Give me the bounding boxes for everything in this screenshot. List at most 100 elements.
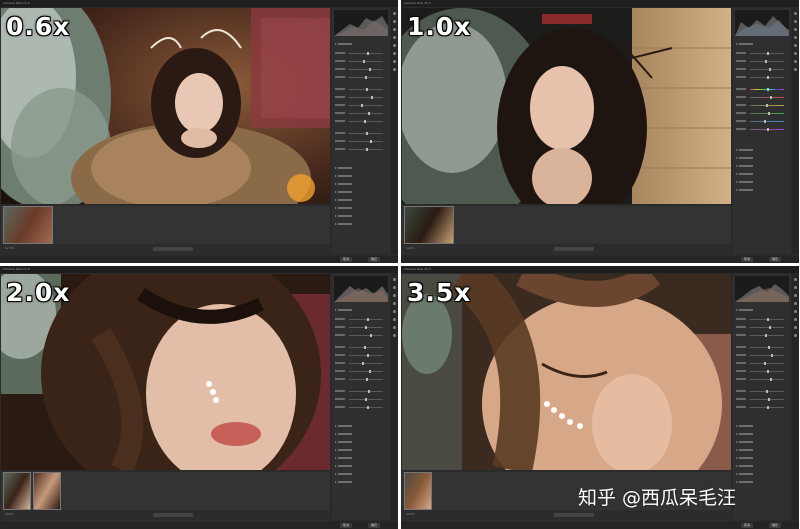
- more-icon[interactable]: [393, 334, 396, 337]
- slider-row[interactable]: [335, 326, 387, 331]
- section-basic[interactable]: [335, 42, 387, 47]
- hand-icon[interactable]: [393, 286, 396, 289]
- crop-icon[interactable]: [393, 294, 396, 297]
- ok-button[interactable]: 确定: [368, 257, 381, 262]
- mask-icon[interactable]: [393, 44, 396, 47]
- redeye-icon[interactable]: [393, 52, 396, 55]
- slider-row[interactable]: [736, 398, 788, 403]
- slider-row[interactable]: [736, 88, 788, 93]
- slider-row[interactable]: [335, 346, 387, 351]
- redeye-icon[interactable]: [393, 318, 396, 321]
- cancel-button[interactable]: 取消: [340, 523, 353, 528]
- section-detail[interactable]: [335, 174, 387, 179]
- slider-row[interactable]: [335, 390, 387, 395]
- zoom-icon[interactable]: [393, 278, 396, 281]
- section-curve[interactable]: [736, 424, 788, 429]
- presets-icon[interactable]: [393, 326, 396, 329]
- slider-row[interactable]: [736, 120, 788, 125]
- slider-row[interactable]: [335, 398, 387, 403]
- slider-row[interactable]: [736, 112, 788, 117]
- section-color-mixer[interactable]: [736, 440, 788, 445]
- zoom-icon[interactable]: [794, 278, 797, 281]
- slider-row[interactable]: [736, 370, 788, 375]
- slider-row[interactable]: [335, 96, 387, 101]
- zoom-readout[interactable]: 350%: [406, 512, 415, 516]
- slider-row[interactable]: [335, 318, 387, 323]
- more-icon[interactable]: [794, 334, 797, 337]
- section-geometry[interactable]: [736, 172, 788, 177]
- section-detail[interactable]: [736, 432, 788, 437]
- slider-row[interactable]: [736, 326, 788, 331]
- slider-row[interactable]: [736, 362, 788, 367]
- slider-row[interactable]: [335, 354, 387, 359]
- slider-row[interactable]: [335, 60, 387, 65]
- redeye-icon[interactable]: [794, 318, 797, 321]
- healing-icon[interactable]: [393, 302, 396, 305]
- section-effects[interactable]: [736, 180, 788, 185]
- section-curve[interactable]: [335, 166, 387, 171]
- slider-row[interactable]: [736, 96, 788, 101]
- slider-row[interactable]: [736, 104, 788, 109]
- slider-row[interactable]: [736, 346, 788, 351]
- section-detail[interactable]: [335, 432, 387, 437]
- cancel-button[interactable]: 取消: [340, 257, 353, 262]
- slider-row[interactable]: [335, 88, 387, 93]
- slider-row[interactable]: [736, 52, 788, 57]
- cancel-button[interactable]: 取消: [741, 257, 754, 262]
- slider-row[interactable]: [335, 120, 387, 125]
- zoom-readout[interactable]: 62.5%: [5, 246, 15, 250]
- healing-icon[interactable]: [794, 36, 797, 39]
- ok-button[interactable]: 确定: [368, 523, 381, 528]
- slider-row[interactable]: [736, 378, 788, 383]
- slider-row[interactable]: [736, 128, 788, 133]
- presets-icon[interactable]: [794, 326, 797, 329]
- slider-row[interactable]: [335, 76, 387, 81]
- slider-row[interactable]: [335, 132, 387, 137]
- section-color-grading[interactable]: [736, 448, 788, 453]
- presets-icon[interactable]: [794, 60, 797, 63]
- slider-row[interactable]: [736, 318, 788, 323]
- slider-row[interactable]: [335, 362, 387, 367]
- slider-row[interactable]: [736, 60, 788, 65]
- slider-row[interactable]: [335, 148, 387, 153]
- view-buttons[interactable]: [153, 513, 193, 517]
- section-effects[interactable]: [335, 214, 387, 219]
- slider-row[interactable]: [736, 390, 788, 395]
- more-icon[interactable]: [393, 68, 396, 71]
- filmstrip-thumbnail[interactable]: [404, 206, 454, 244]
- filmstrip-thumbnail[interactable]: [3, 206, 53, 244]
- section-geometry[interactable]: [335, 206, 387, 211]
- slider-row[interactable]: [335, 406, 387, 411]
- view-buttons[interactable]: [554, 513, 594, 517]
- view-buttons[interactable]: [554, 247, 594, 251]
- zoom-icon[interactable]: [794, 12, 797, 15]
- slider-row[interactable]: [736, 68, 788, 73]
- ok-button[interactable]: 确定: [769, 257, 782, 262]
- filmstrip-thumbnail[interactable]: [3, 472, 31, 510]
- section-effects[interactable]: [736, 472, 788, 477]
- section-detail[interactable]: [736, 156, 788, 161]
- section-calibration[interactable]: [736, 188, 788, 193]
- hand-icon[interactable]: [794, 20, 797, 23]
- section-basic[interactable]: [736, 308, 788, 313]
- slider-row[interactable]: [335, 112, 387, 117]
- hand-icon[interactable]: [794, 286, 797, 289]
- ok-button[interactable]: 确定: [769, 523, 782, 528]
- section-calibration[interactable]: [335, 222, 387, 227]
- cancel-button[interactable]: 取消: [741, 523, 754, 528]
- slider-row[interactable]: [736, 354, 788, 359]
- healing-icon[interactable]: [794, 302, 797, 305]
- section-color-grading[interactable]: [736, 148, 788, 153]
- section-calibration[interactable]: [736, 480, 788, 485]
- section-effects[interactable]: [335, 472, 387, 477]
- section-color-grading[interactable]: [335, 448, 387, 453]
- section-basic[interactable]: [335, 308, 387, 313]
- section-optics[interactable]: [736, 456, 788, 461]
- slider-row[interactable]: [736, 334, 788, 339]
- filmstrip-thumbnail[interactable]: [404, 472, 432, 510]
- view-buttons[interactable]: [153, 247, 193, 251]
- zoom-readout[interactable]: 200%: [5, 512, 14, 516]
- mask-icon[interactable]: [393, 310, 396, 313]
- slider-row[interactable]: [736, 406, 788, 411]
- slider-row[interactable]: [335, 104, 387, 109]
